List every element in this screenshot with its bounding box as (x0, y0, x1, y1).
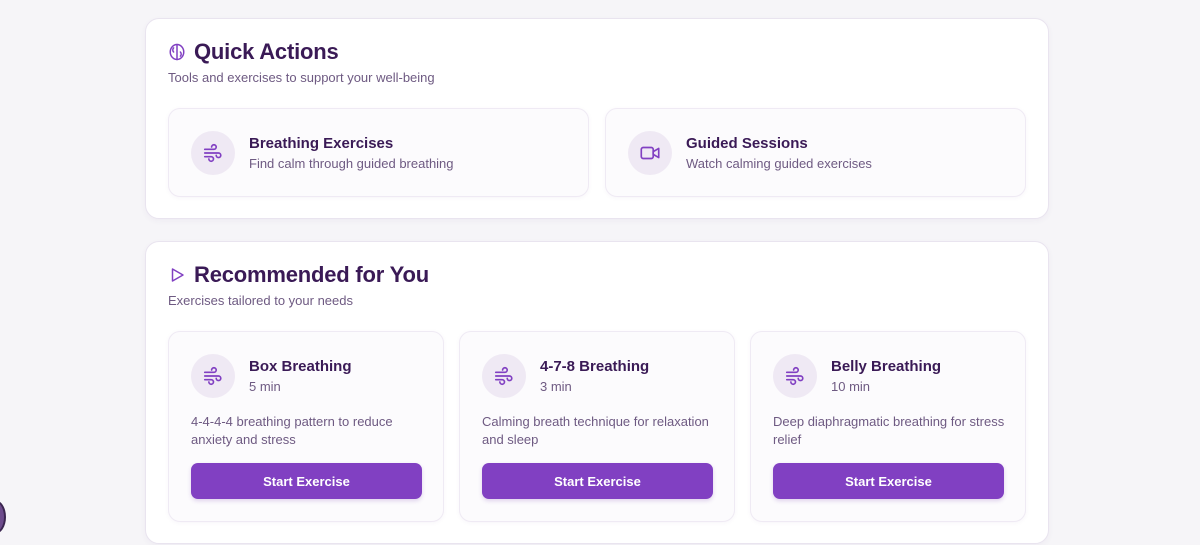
play-icon (168, 266, 186, 284)
wind-icon (482, 354, 526, 398)
start-exercise-button[interactable]: Start Exercise (773, 463, 1004, 499)
exercise-description: Deep diaphragmatic breathing for stress … (773, 414, 1005, 447)
belly-breathing-card: Belly Breathing 10 min Deep diaphragmati… (750, 331, 1026, 522)
box-breathing-card: Box Breathing 5 min 4-4-4-4 breathing pa… (168, 331, 444, 522)
exercise-title: 4-7-8 Breathing (540, 358, 650, 375)
quick-actions-panel: Quick Actions Tools and exercises to sup… (145, 18, 1049, 219)
recommended-subtitle: Exercises tailored to your needs (168, 293, 353, 308)
card-description: Watch calming guided exercises (686, 156, 872, 171)
wind-icon (773, 354, 817, 398)
quick-actions-header: Quick Actions (168, 39, 339, 65)
recommended-header: Recommended for You (168, 262, 429, 288)
exercise-duration: 10 min (831, 379, 871, 394)
four-seven-eight-breathing-card: 4-7-8 Breathing 3 min Calming breath tec… (459, 331, 735, 522)
exercise-title: Belly Breathing (831, 358, 942, 375)
card-description: Find calm through guided breathing (249, 156, 454, 171)
start-exercise-button[interactable]: Start Exercise (482, 463, 713, 499)
exercise-duration: 3 min (540, 379, 572, 394)
guided-sessions-card[interactable]: Guided Sessions Watch calming guided exe… (605, 108, 1026, 197)
recommended-title: Recommended for You (194, 262, 429, 287)
card-title: Breathing Exercises (249, 135, 394, 152)
wind-icon (191, 131, 235, 175)
page: Quick Actions Tools and exercises to sup… (0, 0, 1200, 545)
wind-icon (191, 354, 235, 398)
brain-icon (168, 43, 186, 61)
start-exercise-button[interactable]: Start Exercise (191, 463, 422, 499)
exercise-title: Box Breathing (249, 358, 352, 375)
exercise-description: Calming breath technique for relaxation … (482, 414, 709, 447)
video-camera-icon (628, 131, 672, 175)
recommended-panel: Recommended for You Exercises tailored t… (145, 241, 1049, 544)
floating-avatar[interactable] (0, 500, 6, 534)
card-title: Guided Sessions (686, 135, 808, 152)
exercise-description: 4-4-4-4 breathing pattern to reduce anxi… (191, 414, 393, 447)
quick-actions-subtitle: Tools and exercises to support your well… (168, 70, 435, 85)
quick-actions-title: Quick Actions (194, 39, 339, 64)
exercise-duration: 5 min (249, 379, 281, 394)
breathing-exercises-card[interactable]: Breathing Exercises Find calm through gu… (168, 108, 589, 197)
